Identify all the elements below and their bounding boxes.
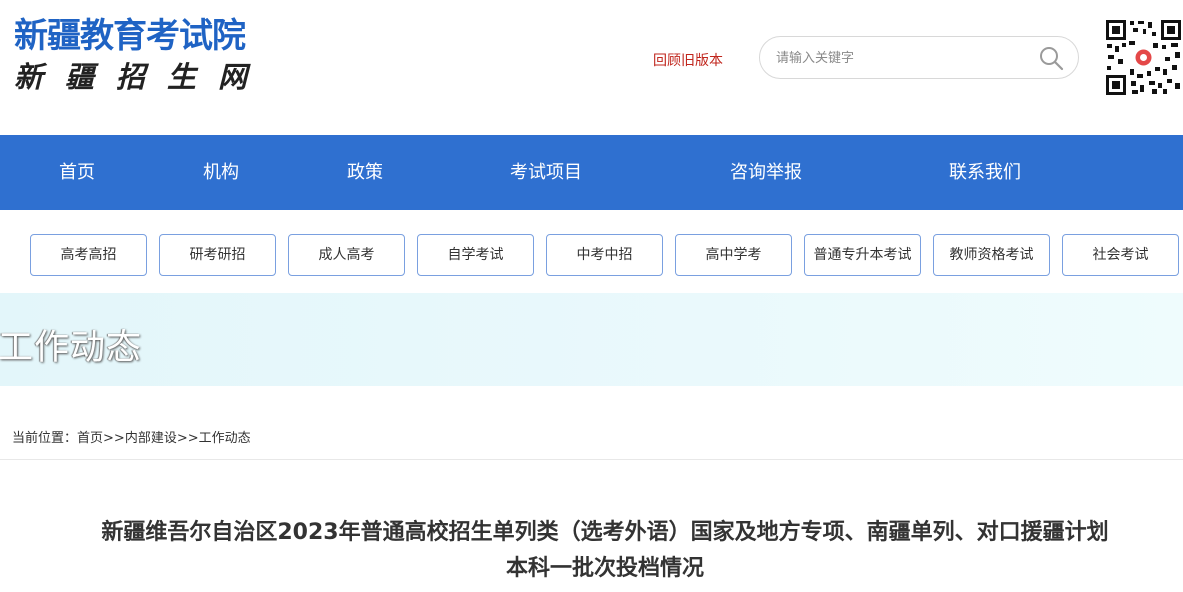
article-title-line1: 新疆维吾尔自治区2023年普通高校招生单列类（选考外语）国家及地方专项、南疆单列… bbox=[101, 520, 1109, 545]
subnav-zhongkao[interactable]: 中考中招 bbox=[546, 234, 663, 276]
subnav-social-exam[interactable]: 社会考试 bbox=[1062, 234, 1179, 276]
breadcrumb-home[interactable]: 首页 bbox=[77, 431, 103, 446]
nav-item-contact[interactable]: 联系我们 bbox=[949, 135, 1021, 210]
breadcrumb-separator: >> bbox=[176, 431, 199, 446]
search-box bbox=[759, 36, 1079, 79]
breadcrumb: 当前位置：首页>>内部建设>>工作动态 bbox=[12, 427, 251, 446]
site-logo[interactable]: 新疆教育考试院 新疆招生网 bbox=[14, 14, 269, 96]
logo-subtitle: 新疆招生网 bbox=[14, 60, 270, 94]
subnav-teacher-qualification[interactable]: 教师资格考试 bbox=[933, 234, 1050, 276]
breadcrumb-prefix: 当前位置： bbox=[12, 431, 78, 446]
breadcrumb-work-news[interactable]: 工作动态 bbox=[199, 431, 251, 446]
nav-item-exam-projects[interactable]: 考试项目 bbox=[510, 135, 582, 210]
article-title: 新疆维吾尔自治区2023年普通高校招生单列类（选考外语）国家及地方专项、南疆单列… bbox=[30, 515, 1180, 587]
search-icon[interactable] bbox=[1038, 45, 1064, 71]
logo-title: 新疆教育考试院 bbox=[14, 16, 246, 56]
subnav-adult-exam[interactable]: 成人高考 bbox=[288, 234, 405, 276]
nav-item-policy[interactable]: 政策 bbox=[347, 135, 383, 210]
old-version-link[interactable]: 回顾旧版本 bbox=[653, 50, 723, 70]
subnav-upgrade-exam[interactable]: 普通专升本考试 bbox=[804, 234, 921, 276]
search-input[interactable] bbox=[776, 48, 1036, 68]
subnav-high-school-exam[interactable]: 高中学考 bbox=[675, 234, 792, 276]
divider bbox=[0, 459, 1183, 460]
breadcrumb-separator: >> bbox=[103, 431, 125, 446]
qr-code-image bbox=[1105, 19, 1182, 96]
nav-item-consult-report[interactable]: 咨询举报 bbox=[730, 135, 802, 210]
subnav-graduate-exam[interactable]: 研考研招 bbox=[159, 234, 276, 276]
subnav-self-study-exam[interactable]: 自学考试 bbox=[417, 234, 534, 276]
banner-title: 工作动态 bbox=[0, 328, 143, 368]
article-title-line2: 本科一批次投档情况 bbox=[505, 556, 704, 581]
subnav-gaokao[interactable]: 高考高招 bbox=[30, 234, 147, 276]
sub-nav: 高考高招 研考研招 成人高考 自学考试 中考中招 高中学考 普通专升本考试 教师… bbox=[0, 234, 1183, 276]
breadcrumb-internal-construction[interactable]: 内部建设 bbox=[125, 431, 177, 446]
section-banner: 工作动态 bbox=[0, 293, 1183, 386]
site-header: 新疆教育考试院 新疆招生网 回顾旧版本 bbox=[0, 0, 1183, 135]
nav-item-home[interactable]: 首页 bbox=[59, 135, 95, 210]
nav-item-organization[interactable]: 机构 bbox=[203, 135, 239, 210]
main-nav: 首页 机构 政策 考试项目 咨询举报 联系我们 bbox=[0, 135, 1183, 210]
